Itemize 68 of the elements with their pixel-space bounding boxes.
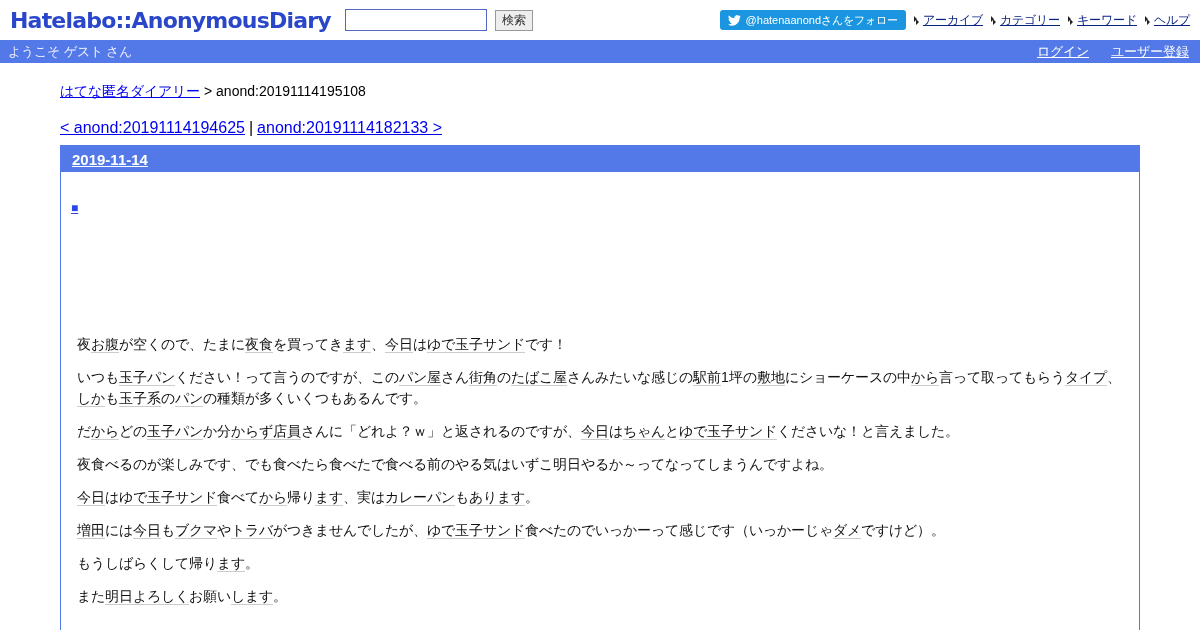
keyword-link[interactable]: 今日 xyxy=(385,336,413,353)
arrow-icon xyxy=(1068,15,1074,25)
account-link[interactable]: ユーザー登録 xyxy=(1111,42,1189,61)
entry-paragraph: 夜食べるのが楽しみです、でも食べたら食べたで食べる前のやる気はいずこ明日やるか～ってなってしまうんですよね。 xyxy=(77,455,834,474)
keyword-link[interactable]: ます xyxy=(315,489,343,506)
keyword-link[interactable]: ゆで玉子サンド xyxy=(427,522,525,539)
entry-paragraph: 今日 はゆで玉子サンド食べてから帰り ます、実はカレーパン も あります。 xyxy=(77,488,540,508)
arrow-icon xyxy=(1145,15,1151,25)
nav-link[interactable]: カテゴリー xyxy=(1000,11,1060,29)
keyword-link[interactable]: します xyxy=(231,588,273,605)
keyword-link[interactable]: ゆで玉子サンド xyxy=(119,489,217,506)
keyword-link[interactable]: 敷地 xyxy=(756,369,785,386)
nav-link[interactable]: キーワード xyxy=(1077,11,1137,29)
keyword-link[interactable]: お腹 xyxy=(91,336,119,353)
keyword-link[interactable]: トラバ xyxy=(231,522,273,539)
keyword-link[interactable]: から xyxy=(910,369,939,386)
keyword-link[interactable]: からず xyxy=(231,423,273,440)
account-link[interactable]: ログイン xyxy=(1037,42,1089,61)
search-button[interactable]: 検索 xyxy=(494,9,533,31)
keyword-link[interactable]: パン屋 xyxy=(399,369,441,386)
keyword-link[interactable]: しか xyxy=(77,390,105,407)
next-entry-link[interactable]: anond:20191114182133 > xyxy=(257,119,443,137)
keyword-link[interactable]: ゆで玉子サンド xyxy=(427,336,525,353)
keyword-link[interactable]: 今日 xyxy=(581,423,609,440)
entry-paragraph: もうしばらくして帰り ます。 xyxy=(77,554,260,574)
arrow-icon xyxy=(991,15,997,25)
keyword-link[interactable]: から xyxy=(91,423,119,440)
entry-paragraph: また明日よろしく お願い します。 xyxy=(77,587,288,607)
date-link[interactable]: 2019-11-14 xyxy=(72,150,148,168)
entry-paragraph: 夜お腹が空くので、たまに夜食を買ってき ます、今日 はゆで玉子サンド です！ xyxy=(77,335,568,355)
nav-link[interactable]: アーカイブ xyxy=(923,11,983,29)
keyword-link[interactable]: 夜食 xyxy=(245,336,273,353)
entry-permalink[interactable]: ■ xyxy=(71,201,79,215)
keyword-link[interactable]: カレーパン xyxy=(385,489,455,506)
entry-paragraph: だから どの玉子パンか分からず店員さんに「どれよ？ｗ」と返されるのですが、今日 はちゃん と ゆで玉子サンド くださいな！と言えました。 xyxy=(77,422,960,442)
keyword-link[interactable]: 街角 xyxy=(469,369,497,386)
breadcrumb-link[interactable]: はてな匿名ダイアリー xyxy=(60,83,200,101)
keyword-link[interactable]: たばこ屋 xyxy=(511,369,567,386)
search-field[interactable] xyxy=(344,9,487,31)
keyword-link[interactable]: ゆで玉子サンド xyxy=(679,423,777,440)
keyword-link[interactable]: ます xyxy=(343,336,371,353)
keyword-link[interactable]: 増田 xyxy=(77,522,105,539)
keyword-link[interactable]: 今日 xyxy=(133,522,161,539)
keyword-link[interactable]: 玉子パン xyxy=(147,423,203,440)
keyword-link[interactable]: ブクマ xyxy=(175,522,217,539)
nav-link[interactable]: ヘルプ xyxy=(1154,11,1190,29)
previous-entry-link[interactable]: < anond:20191114194625 xyxy=(60,119,245,137)
keyword-link[interactable]: あります xyxy=(469,489,525,506)
keyword-link[interactable]: 今日 xyxy=(77,489,105,506)
keyword-link[interactable]: 玉子パン xyxy=(119,369,175,386)
entry-paragraph: いつも玉子パン ください！って言うのですが、このパン屋さん街角のたばこ屋さんみたいな感じの駅前1坪の敷地にショーケースの中から言って取ってもらう タイプ、 しかも玉子系のパンの種類が多くいくつもあるんです。 xyxy=(77,368,1122,409)
keyword-link[interactable]: ちゃん xyxy=(623,423,665,440)
keyword-link[interactable]: パン xyxy=(175,390,203,407)
breadcrumb-current: > anond:20191114195108 xyxy=(204,83,366,101)
arrow-icon xyxy=(914,15,920,25)
keyword-link[interactable]: 店員 xyxy=(273,423,301,440)
bird-icon xyxy=(727,14,741,26)
keyword-link[interactable]: 駅前 xyxy=(693,369,721,386)
greeting-text: ようこそ ゲスト さん xyxy=(8,42,133,61)
keyword-link[interactable]: 玉子系 xyxy=(119,390,161,407)
keyword-link[interactable]: ます xyxy=(217,555,245,572)
keyword-link[interactable]: から xyxy=(259,489,287,506)
keyword-link[interactable]: ダメ xyxy=(833,522,861,539)
entry-paragraph: 増田 には今日 も ブクマや トラバがつきませんでしたが、ゆで玉子サンド食べたのでいっかーって感じです（いっかーじゃ ダメ ですけど）。 xyxy=(77,521,946,541)
pager-separator: | xyxy=(248,119,254,137)
keyword-link[interactable]: 明日よろしく xyxy=(105,588,189,605)
keyword-link[interactable]: タイプ xyxy=(1064,369,1107,386)
site-logo[interactable]: Hatelabo::AnonymousDiary xyxy=(10,7,331,33)
